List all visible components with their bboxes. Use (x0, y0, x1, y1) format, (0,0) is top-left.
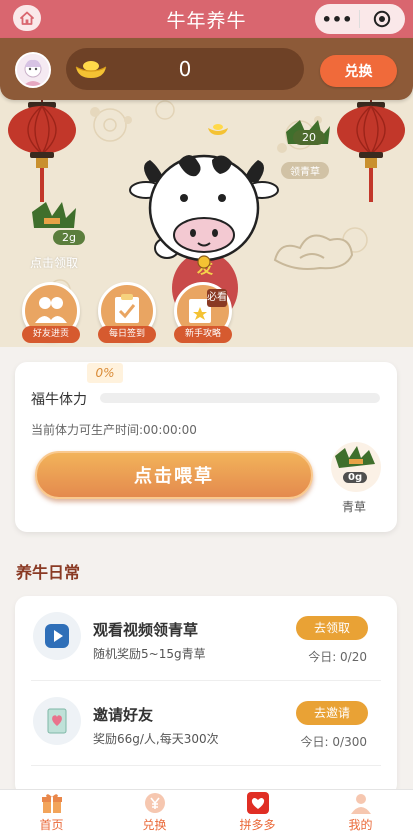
task-title: 邀请好友 (93, 706, 154, 724)
pinduoduo-icon (247, 792, 269, 814)
daily-task-list: 观看视频领青草 随机奖励5~15g青草 去领取 今日: 0/20 邀请好友 奖励… (15, 596, 397, 796)
invite-card-icon (47, 708, 67, 734)
coin-balance-value: 0 (178, 57, 192, 81)
title-bar: 牛年养牛 ••• (0, 0, 413, 38)
must-read-badge: 必看 (207, 289, 227, 307)
task-watch-video: 观看视频领青草 随机奖励5~15g青草 去领取 今日: 0/20 (15, 596, 397, 680)
video-play-icon (45, 624, 69, 648)
beginner-guide-button[interactable]: 必看 新手攻略 (174, 282, 232, 343)
tab-home[interactable]: 首页 (0, 790, 103, 831)
coin-balance-bar: 0 (66, 48, 304, 90)
gift-box-icon (42, 794, 62, 813)
cow-scene: 发 20 领青草 2g 点击领取 好友进贡 (0, 90, 413, 347)
feed-grass-button[interactable]: 点击喂草 (35, 451, 313, 499)
tab-label: 兑换 (142, 818, 167, 831)
friends-tribute-label: 好友进贡 (22, 326, 80, 343)
more-menu-icon[interactable]: ••• (315, 10, 359, 29)
grass-inventory[interactable]: 0g (331, 442, 381, 492)
stamina-card: 0% 福牛体力 当前体力可生产时间:00:00:00 点击喂草 0g 青草 (15, 362, 397, 532)
avatar[interactable] (15, 52, 51, 88)
tab-label: 拼多多 (239, 818, 276, 831)
tab-label: 我的 (348, 818, 373, 831)
grass-stash-amount: 2g (53, 230, 85, 245)
mini-program-capsule: ••• (315, 4, 405, 34)
friends-tribute-button[interactable]: 好友进贡 (22, 282, 80, 343)
target-icon (373, 10, 391, 28)
stamina-progress-bar (100, 393, 380, 403)
claim-label[interactable]: 点击领取 (30, 254, 78, 271)
daily-checkin-button[interactable]: 每日签到 (98, 282, 156, 343)
exchange-button[interactable]: 兑换 (320, 55, 397, 87)
stamina-percent: 0% (87, 363, 123, 383)
stamina-label: 福牛体力 (31, 392, 87, 408)
task-desc: 随机奖励5~15g青草 (93, 647, 206, 661)
task-icon-wrap (33, 697, 81, 745)
grass-label: 青草 (342, 500, 367, 514)
grass-count-bubble: 20 (293, 130, 325, 145)
tab-exchange[interactable]: 兑换 (103, 790, 206, 831)
daily-checkin-label: 每日签到 (98, 326, 156, 343)
avatar-image (17, 54, 49, 86)
invite-button[interactable]: 去邀请 (296, 701, 368, 725)
task-divider (31, 765, 381, 766)
task-progress: 今日: 0/20 (308, 650, 367, 664)
tab-label: 首页 (39, 818, 64, 831)
balance-header: 0 兑换 (0, 38, 413, 100)
grass-amount: 0g (343, 472, 368, 483)
tab-pinduoduo[interactable]: 拼多多 (206, 790, 309, 831)
task-invite-friends: 邀请好友 奖励66g/人,每天300次 去邀请 今日: 0/300 (15, 681, 397, 765)
beginner-guide-label: 新手攻略 (174, 326, 232, 343)
close-mini-program-button[interactable] (360, 10, 404, 28)
task-progress: 今日: 0/300 (300, 735, 367, 749)
claim-grass-button[interactable]: 去领取 (296, 616, 368, 640)
task-desc: 奖励66g/人,每天300次 (93, 732, 219, 746)
task-icon-wrap (33, 612, 81, 660)
daily-section-title: 养牛日常 (16, 563, 81, 582)
bottom-tab-bar: 首页 兑换 拼多多 我的 (0, 789, 413, 831)
yen-icon (145, 793, 165, 813)
task-title: 观看视频领青草 (93, 621, 199, 639)
stamina-timer: 当前体力可生产时间:00:00:00 (31, 423, 197, 437)
tab-profile[interactable]: 我的 (309, 790, 412, 831)
profile-icon (351, 794, 371, 814)
pick-grass-label[interactable]: 领青草 (281, 162, 329, 179)
